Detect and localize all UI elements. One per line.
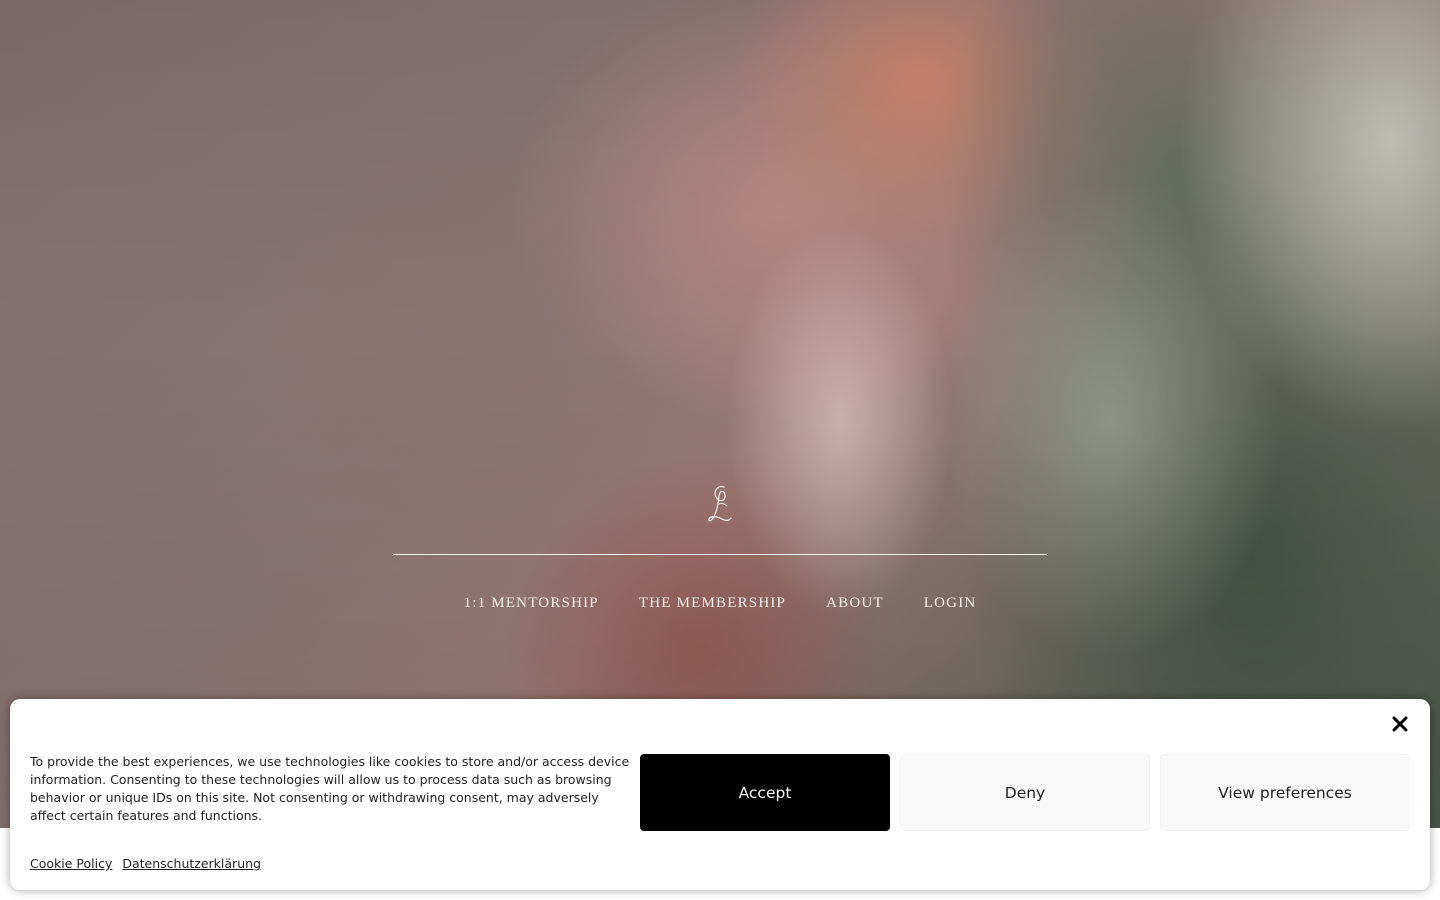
privacy-policy-link[interactable]: Datenschutzerklärung: [122, 856, 261, 872]
accept-button[interactable]: Accept: [640, 754, 890, 831]
nav-item-login[interactable]: LOGIN: [924, 592, 977, 614]
cookie-links: Cookie Policy Datenschutzerklärung: [30, 856, 261, 872]
nav-item-membership[interactable]: THE MEMBERSHIP: [639, 592, 786, 614]
deny-button[interactable]: Deny: [900, 754, 1150, 831]
cookie-consent-banner: To provide the best experiences, we use …: [10, 699, 1430, 890]
cookie-message: To provide the best experiences, we use …: [30, 754, 630, 823]
close-button[interactable]: [1388, 712, 1412, 736]
close-icon: [1392, 716, 1408, 732]
header-divider: [393, 554, 1047, 555]
logo[interactable]: [700, 482, 740, 526]
main-nav: 1:1 MENTORSHIP THE MEMBERSHIP ABOUT LOGI…: [0, 592, 1440, 614]
view-preferences-button[interactable]: View preferences: [1160, 754, 1410, 831]
nav-item-about[interactable]: ABOUT: [826, 592, 884, 614]
script-l-monogram-icon: [708, 486, 732, 522]
nav-item-mentorship[interactable]: 1:1 MENTORSHIP: [464, 592, 599, 614]
cookie-policy-link[interactable]: Cookie Policy: [30, 856, 112, 872]
